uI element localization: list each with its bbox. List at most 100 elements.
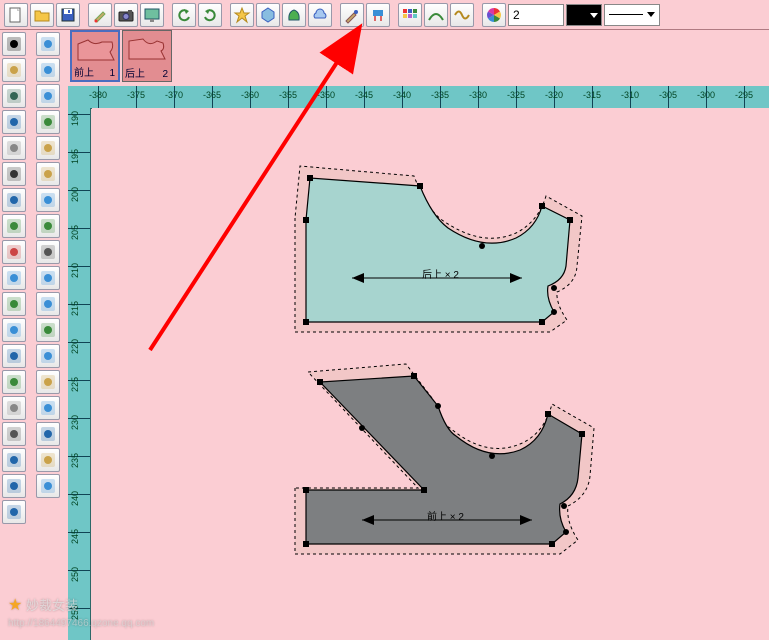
seam-button[interactable] [36,266,60,290]
curve1-button[interactable] [424,3,448,27]
palette-button[interactable] [398,3,422,27]
redo-button[interactable] [198,3,222,27]
pattern-thumb-back[interactable]: 后上 2 [122,30,172,82]
ruler-h-tick: -350 [326,86,327,108]
horizontal-ruler[interactable]: -380-375-370-365-360-355-350-345-340-335… [92,86,769,109]
canvas-area: -380-375-370-365-360-355-350-345-340-335… [68,86,769,640]
ruler-h-tick: -365 [212,86,213,108]
thumb-label: 前上 [74,69,94,79]
rect-button[interactable] [2,84,26,108]
ruler-v-tick: 220 [68,342,90,343]
shape-cloud-button[interactable] [308,3,332,27]
piece-curve-button[interactable] [36,344,60,368]
piece-green-button[interactable] [36,110,60,134]
ruler-h-tick: -360 [250,86,251,108]
ruler-h-tick: -375 [136,86,137,108]
pattern-piece-front[interactable]: 前上 × 2 [292,358,612,568]
align-button[interactable] [36,292,60,316]
mirror-button[interactable] [36,318,60,342]
dashed-button[interactable] [36,422,60,446]
node-edit-button[interactable] [2,110,26,134]
shape-green-button[interactable] [282,3,306,27]
ruler-v-tick: 205 [68,228,90,229]
ruler-h-tick: -325 [516,86,517,108]
color-picker[interactable] [566,4,602,26]
ruler-h-tick: -345 [364,86,365,108]
ruler-h-tick: -295 [744,86,745,108]
compass-button[interactable] [2,188,26,212]
star-tool-button[interactable] [230,3,254,27]
tile-button[interactable] [36,474,60,498]
pattern-thumb-front[interactable]: 前上 1 [70,30,120,82]
open-button[interactable] [30,3,54,27]
undo-button[interactable] [172,3,196,27]
dart-button[interactable] [36,136,60,160]
curve2-button[interactable] [450,3,474,27]
glasses-button[interactable] [2,162,26,186]
hanger-button[interactable] [2,240,26,264]
brush-button[interactable] [340,3,364,27]
ruler-h-tick: -305 [668,86,669,108]
thumb-label: 后上 [125,70,145,80]
hash-button[interactable] [2,474,26,498]
button-button[interactable] [36,188,60,212]
top-toolbar [0,0,769,30]
sewing-button[interactable] [36,214,60,238]
ruler-h-tick: -355 [288,86,289,108]
pattern-thumb-strip: 前上 1 后上 2 [70,30,172,86]
mid-toolbar [34,30,68,500]
polygon-tool-button[interactable] [256,3,280,27]
lock-button[interactable] [36,396,60,420]
tool-blue-button[interactable] [366,3,390,27]
pencil-button[interactable] [2,58,26,82]
save-button[interactable] [56,3,80,27]
ruler-v-tick: 200 [68,190,90,191]
new-button[interactable] [4,3,28,27]
thumb-qty: 1 [109,68,115,79]
pocket-button[interactable] [36,58,60,82]
ruler-v-tick: 235 [68,456,90,457]
ruler-v-tick: 250 [68,570,90,571]
pattern-piece-back[interactable]: 后上 × 2 [292,158,602,348]
scissors-green-button[interactable] [2,214,26,238]
wave-button[interactable] [2,448,26,472]
spiral-button[interactable] [2,344,26,368]
stroke-width-input[interactable] [508,4,564,26]
ruler-v-tick: 190 [68,114,90,115]
ruler-h-tick: -330 [478,86,479,108]
grid-button[interactable] [36,448,60,472]
piece-label-back: 后上 × 2 [422,266,459,281]
vertical-ruler[interactable]: 1901952002052102152202252302352402452502… [68,108,91,640]
ruler-h-tick: -320 [554,86,555,108]
fold-button[interactable] [2,266,26,290]
drawing-canvas[interactable]: 后上 × 2 [92,108,769,640]
layer-button[interactable] [2,318,26,342]
ruler-h-tick: -310 [630,86,631,108]
ruler-h-tick: -315 [592,86,593,108]
ruler-v-tick: 240 [68,494,90,495]
ruler-v-tick: 195 [68,152,90,153]
circle-tool-button[interactable] [2,370,26,394]
line-style-picker[interactable] [604,4,660,26]
rotate-button[interactable] [36,370,60,394]
ruler-button[interactable] [36,162,60,186]
ruler-h-tick: -370 [174,86,175,108]
scissors-button[interactable] [2,422,26,446]
screen-button[interactable] [140,3,164,27]
ruler-v-tick: 225 [68,380,90,381]
flag-button[interactable] [2,292,26,316]
measure-button[interactable] [2,136,26,160]
page-button[interactable] [2,396,26,420]
machine-button[interactable] [36,240,60,264]
ruler-v-tick: 255 [68,608,90,609]
t-tool-button[interactable] [2,500,26,524]
ruler-h-tick: -340 [402,86,403,108]
piece-blue-button[interactable] [36,32,60,56]
pointer-button[interactable] [2,32,26,56]
left-toolbar [0,30,34,526]
camera-button[interactable] [114,3,138,27]
color-wheel-button[interactable] [482,3,506,27]
paint-button[interactable] [88,3,112,27]
arc-button[interactable] [36,84,60,108]
ruler-v-tick: 210 [68,266,90,267]
